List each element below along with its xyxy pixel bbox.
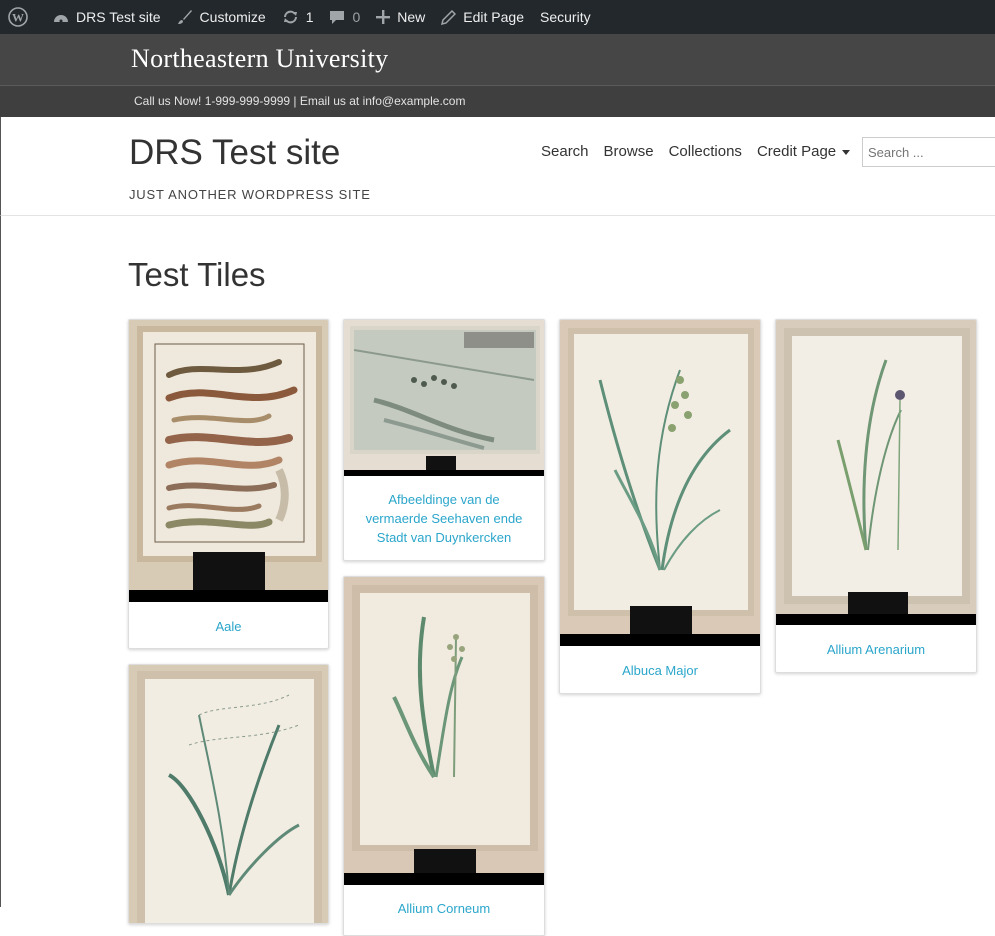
tile-aale[interactable]: Aale <box>128 319 329 649</box>
adminbar-site-link[interactable]: DRS Test site <box>45 0 169 34</box>
adminbar-updates-count: 1 <box>305 9 314 25</box>
tile-caption[interactable]: Aale <box>129 617 328 636</box>
left-border <box>0 216 1 907</box>
adminbar-comments[interactable]: 0 <box>321 0 368 34</box>
site-title[interactable]: DRS Test site <box>129 133 340 173</box>
tile-albuca-major[interactable]: Albuca Major <box>559 319 761 694</box>
tile-image-aale[interactable] <box>129 320 328 602</box>
nav-item-collections[interactable]: Collections <box>669 143 742 160</box>
tile-afbeeldinge[interactable]: Afbeeldinge van de vermaerde Seehaven en… <box>343 319 545 561</box>
site-header: DRS Test site JUST ANOTHER WORDPRESS SIT… <box>0 117 995 216</box>
tile-image-grass-plate[interactable] <box>129 665 328 923</box>
contact-bar: Call us Now! 1-999-999-9999 | Email us a… <box>0 86 995 117</box>
tile-allium-arenarium[interactable]: Allium Arenarium <box>775 319 977 673</box>
wp-admin-bar: W DRS Test site Customize 1 0 New Edit P… <box>0 0 995 34</box>
tile-caption[interactable]: Allium Corneum <box>344 899 544 918</box>
dashboard-icon <box>54 15 68 23</box>
adminbar-new-label: New <box>397 9 426 25</box>
tile-grass-plate[interactable] <box>128 664 329 924</box>
pencil-icon <box>441 9 457 25</box>
adminbar-comments-count: 0 <box>352 9 361 25</box>
nav-item-credit-page[interactable]: Credit Page <box>756 143 851 160</box>
contact-info: Call us Now! 1-999-999-9999 | Email us a… <box>134 94 466 108</box>
tile-image-afbeeldinge[interactable] <box>344 320 544 476</box>
university-header: Northeastern University <box>0 34 995 86</box>
adminbar-edit-page[interactable]: Edit Page <box>433 0 532 34</box>
search-input[interactable] <box>862 137 995 167</box>
page-title: Test Tiles <box>128 256 266 293</box>
adminbar-customize[interactable]: Customize <box>169 0 274 34</box>
adminbar-edit-page-label: Edit Page <box>463 9 525 25</box>
wordpress-logo-icon[interactable]: W <box>0 0 45 34</box>
nav-item-credit-page-label: Credit Page <box>756 143 837 160</box>
tile-caption[interactable]: Afbeeldinge van de vermaerde Seehaven en… <box>344 490 544 547</box>
tile-caption[interactable]: Albuca Major <box>560 661 760 680</box>
brush-icon <box>177 10 192 24</box>
tile-allium-corneum[interactable]: Allium Corneum <box>343 576 545 936</box>
adminbar-customize-label: Customize <box>199 9 266 25</box>
nav-item-browse[interactable]: Browse <box>604 143 654 160</box>
updates-icon <box>283 10 297 24</box>
comment-icon <box>330 10 345 24</box>
tile-caption[interactable]: Allium Arenarium <box>776 640 976 659</box>
caret-down-icon <box>842 149 851 155</box>
adminbar-updates[interactable]: 1 <box>274 0 322 34</box>
university-name[interactable]: Northeastern University <box>131 44 388 74</box>
adminbar-site-name: DRS Test site <box>76 9 161 25</box>
adminbar-security-label: Security <box>540 9 591 25</box>
adminbar-new[interactable]: New <box>368 0 433 34</box>
site-description: JUST ANOTHER WORDPRESS SITE <box>129 187 371 202</box>
tile-image-allium-corneum[interactable] <box>344 577 544 885</box>
plus-icon <box>376 10 391 24</box>
svg-text:W: W <box>12 11 24 25</box>
tile-image-allium-arenarium[interactable] <box>776 320 976 625</box>
tile-image-albuca-major[interactable] <box>560 320 760 646</box>
nav-item-search[interactable]: Search <box>541 143 589 160</box>
main-nav: Search Browse Collections Credit Page <box>541 143 865 160</box>
adminbar-security[interactable]: Security <box>532 0 599 34</box>
